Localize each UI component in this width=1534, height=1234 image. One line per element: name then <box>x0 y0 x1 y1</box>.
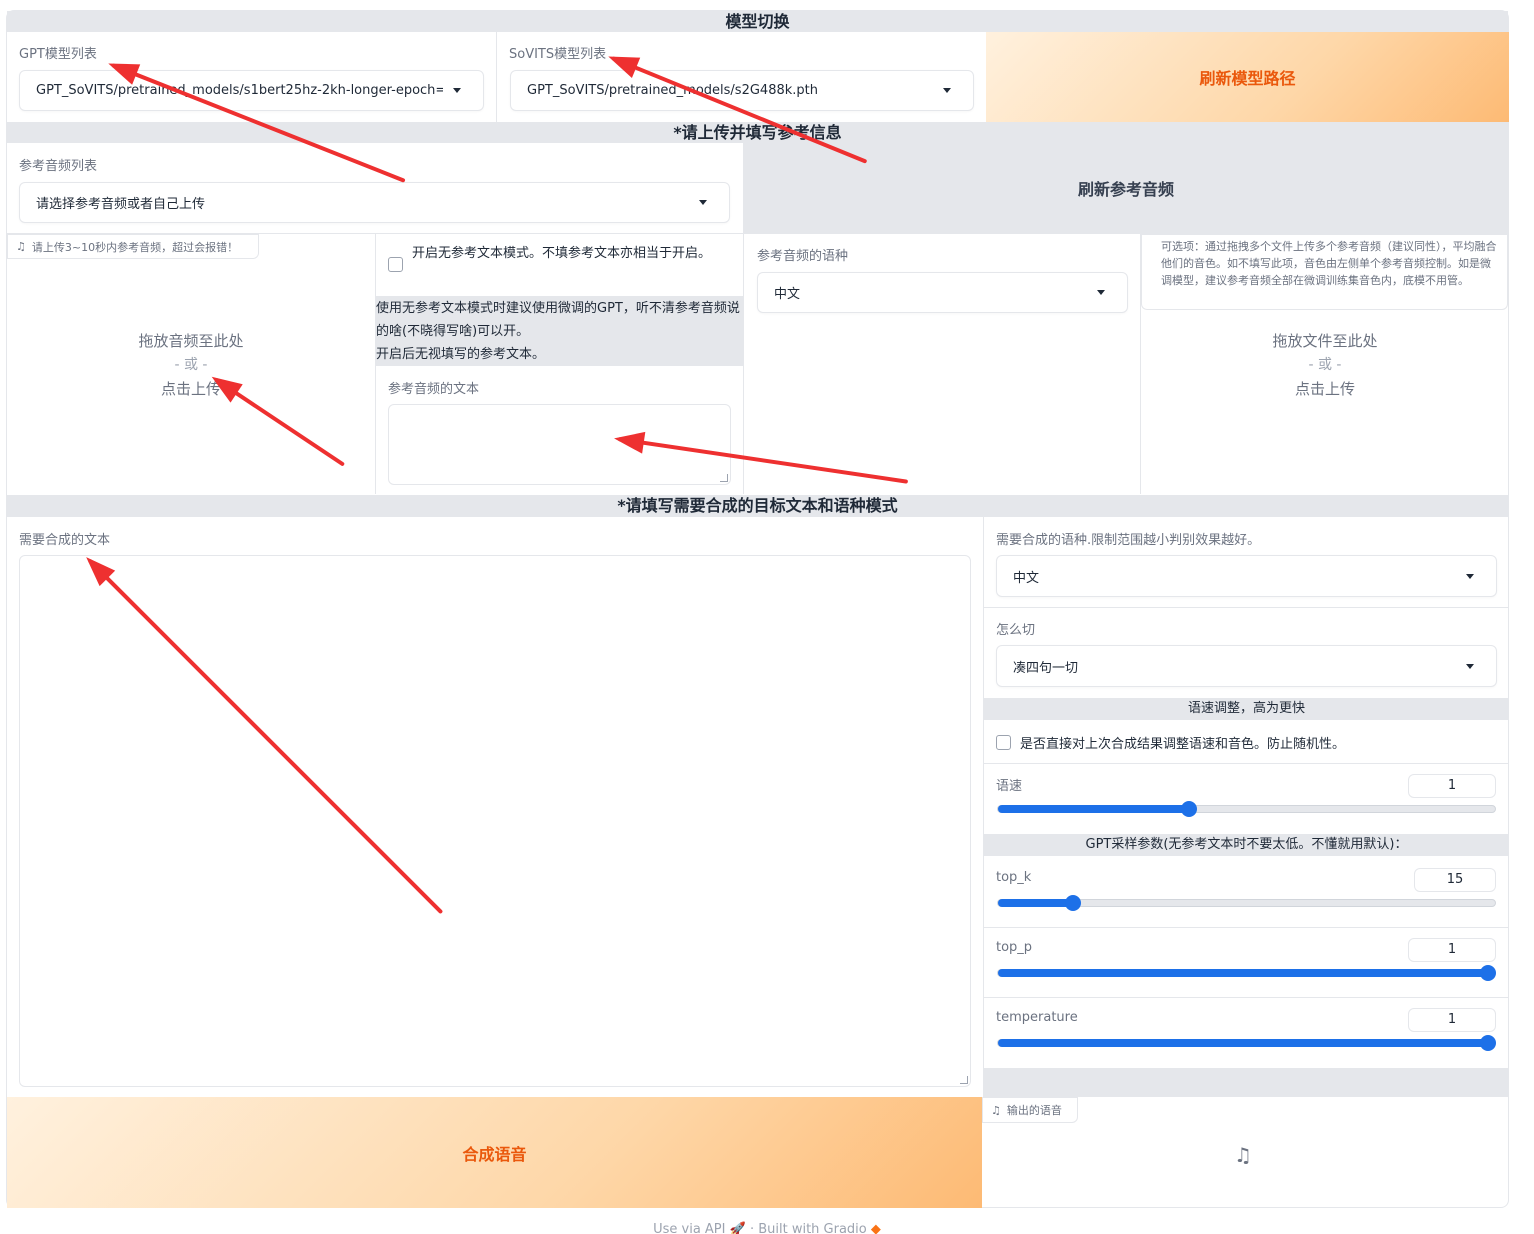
ref-audio-list-dropdown[interactable]: 请选择参考音频或者自己上传 <box>19 182 730 223</box>
multi-dropzone-or: - 或 - <box>1308 357 1342 373</box>
target-title: *请填写需要合成的目标文本和语种模式 <box>7 495 1508 517</box>
temperature-slider-thumb[interactable] <box>1480 1035 1496 1051</box>
speed-label: 语速 <box>996 779 1023 794</box>
target-lang-value: 中文 <box>1013 570 1040 586</box>
cut-method-dropdown[interactable]: 凑四句一切 <box>996 645 1497 687</box>
top-p-slider[interactable] <box>997 965 1496 981</box>
caret-down-icon <box>1097 290 1105 295</box>
adjust-last-result-checkbox[interactable] <box>996 735 1011 750</box>
dropzone-line2: 点击上传 <box>160 380 221 398</box>
gpt-model-value: GPT_SoVITS/pretrained_models/s1bert25hz-… <box>36 83 443 98</box>
speed-slider[interactable] <box>997 801 1496 817</box>
target-lang-dropdown[interactable]: 中文 <box>996 555 1497 597</box>
no-ref-note-line2: 开启后无视填写的参考文本。 <box>376 347 546 362</box>
no-ref-text-checkbox-label: 开启无参考文本模式。不填参考文本亦相当于开启。 <box>412 246 712 261</box>
ref-text-input[interactable] <box>388 404 731 485</box>
top-p-label: top_p <box>996 940 1033 955</box>
refresh-model-button[interactable]: 刷新模型路径 <box>986 32 1509 122</box>
top-p-slider-fill <box>998 969 1488 977</box>
top-p-slider-thumb[interactable] <box>1480 965 1496 981</box>
adjust-last-result-label: 是否直接对上次合成结果调整语速和音色。防止随机性。 <box>1020 737 1346 752</box>
divider <box>496 32 497 122</box>
resize-handle[interactable] <box>960 1076 968 1084</box>
ref-audio-list-value: 请选择参考音频或者自己上传 <box>36 197 206 212</box>
divider <box>984 997 1509 998</box>
temperature-slider-fill <box>998 1039 1488 1047</box>
ref-upload-badge-text: 请上传3~10秒内参考音频，超过会报错！ <box>31 240 239 254</box>
divider <box>984 607 1509 608</box>
output-audio-badge-text: 输出的语音 <box>1006 1104 1062 1117</box>
cut-method-label: 怎么切 <box>996 623 1036 638</box>
spacer-bar <box>984 1068 1509 1097</box>
caret-down-icon <box>699 200 707 205</box>
dropzone-or: - 或 - <box>174 357 208 373</box>
caret-down-icon <box>943 88 951 93</box>
multi-dropzone-line2: 点击上传 <box>1294 380 1355 398</box>
divider <box>984 763 1509 764</box>
sovits-model-value: GPT_SoVITS/pretrained_models/s2G488k.pth <box>527 83 818 98</box>
multi-ref-note: 可选项：通过拖拽多个文件上传多个参考音频（建议同性），平均融合他们的音色。如不填… <box>1141 234 1508 310</box>
ref-text-label: 参考音频的文本 <box>388 382 480 397</box>
multi-ref-dropzone-text: 拖放文件至此处 - 或 - 点击上传 <box>1141 329 1509 401</box>
cut-method-value: 凑四句一切 <box>1013 660 1079 676</box>
caret-down-icon <box>1466 573 1474 579</box>
no-ref-note: 使用无参考文本模式时建议使用微调的GPT，听不清参考音频说的啥(不晓得写啥)可以… <box>375 296 743 366</box>
gpt-model-label: GPT模型列表 <box>19 47 97 62</box>
top-p-number-input[interactable]: 1 <box>1408 938 1496 962</box>
resize-handle[interactable] <box>720 474 728 482</box>
top-k-slider-thumb[interactable] <box>1064 895 1081 911</box>
no-ref-text-checkbox[interactable] <box>388 257 403 272</box>
temperature-number-input[interactable]: 1 <box>1408 1008 1496 1032</box>
ref-lang-value: 中文 <box>774 287 801 302</box>
footer: Use via API 🚀 · Built with Gradio ◆ <box>0 1222 1534 1234</box>
speed-header: 语速调整，高为更快 <box>984 698 1509 720</box>
sovits-model-dropdown[interactable]: GPT_SoVITS/pretrained_models/s2G488k.pth <box>510 70 974 111</box>
music-note-icon: ♫ <box>991 1103 1001 1117</box>
use-via-api-link[interactable]: Use via API <box>653 1222 725 1234</box>
temperature-slider[interactable] <box>997 1035 1496 1051</box>
top-k-slider[interactable] <box>997 895 1496 911</box>
target-text-label: 需要合成的文本 <box>19 533 111 548</box>
sovits-model-label: SoVITS模型列表 <box>509 47 607 62</box>
output-audio-badge: ♫ 输出的语音 <box>982 1097 1078 1123</box>
caret-down-icon <box>1466 663 1474 669</box>
top-k-number-input[interactable]: 15 <box>1414 868 1496 892</box>
dropzone-line1: 拖放音频至此处 <box>138 332 244 350</box>
speed-number-input[interactable]: 1 <box>1408 774 1496 798</box>
music-note-icon: ♫ <box>16 240 26 253</box>
temperature-label: temperature <box>996 1010 1078 1025</box>
ref-audio-dropzone-text: 拖放音频至此处 - 或 - 点击上传 <box>7 329 375 401</box>
reference-title: *请上传并填写参考信息 <box>7 122 1508 143</box>
gradio-logo-icon: ◆ <box>870 1222 881 1234</box>
no-ref-note-line1: 使用无参考文本模式时建议使用微调的GPT，听不清参考音频说的啥(不晓得写啥)可以… <box>376 301 740 339</box>
synthesize-button[interactable]: 合成语音 <box>7 1097 982 1208</box>
ref-lang-dropdown[interactable]: 中文 <box>757 272 1128 313</box>
gpt-params-header: GPT采样参数(无参考文本时不要太低。不懂就用默认)： <box>984 834 1509 856</box>
music-note-icon: ♫ <box>1234 1143 1252 1167</box>
ref-upload-badge: ♫ 请上传3~10秒内参考音频，超过会报错！ <box>7 234 259 259</box>
caret-down-icon <box>453 88 461 93</box>
gpt-model-dropdown[interactable]: GPT_SoVITS/pretrained_models/s1bert25hz-… <box>19 70 484 111</box>
speed-slider-fill <box>998 805 1190 813</box>
built-with-gradio-link[interactable]: Built with Gradio <box>758 1222 867 1234</box>
divider <box>984 927 1509 928</box>
divider <box>983 517 984 1097</box>
rocket-icon: 🚀 · <box>729 1222 759 1234</box>
multi-dropzone-line1: 拖放文件至此处 <box>1272 332 1378 350</box>
ref-audio-list-label: 参考音频列表 <box>19 159 98 174</box>
top-k-label: top_k <box>996 870 1032 885</box>
top-k-slider-fill <box>998 899 1073 907</box>
target-lang-label: 需要合成的语种.限制范围越小判别效果越好。 <box>996 533 1261 548</box>
ref-lang-label: 参考音频的语种 <box>757 249 849 264</box>
model-switch-title: 模型切换 <box>7 11 1508 32</box>
